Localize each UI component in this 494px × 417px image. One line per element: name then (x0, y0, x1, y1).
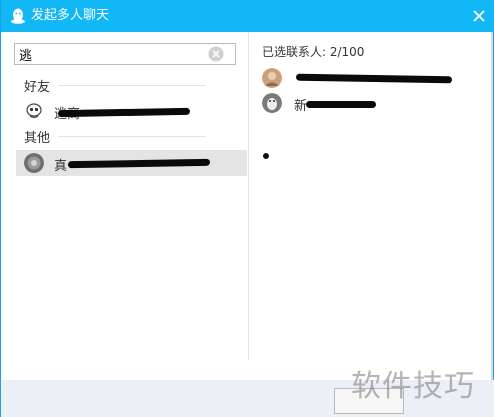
contact-name: 真 (54, 159, 68, 174)
photo-avatar-icon (262, 68, 282, 88)
redaction-mark (306, 101, 376, 108)
qq-penguin-icon (11, 8, 25, 24)
contact-picker-pane: 好友 逃离 其他 真 (2, 32, 247, 360)
watermark-text: 软件技巧 (351, 369, 475, 404)
selected-contact-row[interactable]: 新 (262, 92, 482, 116)
redaction-mark (295, 73, 453, 84)
redaction-mark (57, 107, 191, 118)
group-divider (58, 136, 206, 137)
redaction-mark (67, 158, 211, 169)
search-box[interactable] (14, 43, 236, 65)
clear-search-icon[interactable] (208, 46, 224, 62)
search-input[interactable] (19, 45, 205, 63)
window-title: 发起多人聊天 (31, 8, 110, 23)
cartoon-avatar-icon (24, 101, 44, 121)
window-edge (491, 32, 493, 380)
group-divider (58, 85, 206, 86)
group-header-others: 其他 (24, 131, 51, 146)
bullet-dot (263, 153, 269, 159)
gray-avatar-icon (24, 153, 44, 173)
chat-dialog-window: 发起多人聊天 好友 逃离 (0, 0, 494, 417)
contact-row-other[interactable]: 真 (16, 150, 247, 176)
selected-count-label: 已选联系人: 2/100 (262, 45, 365, 59)
contact-row-friend[interactable]: 逃离 (16, 98, 247, 124)
close-button[interactable] (467, 4, 491, 28)
close-icon (473, 10, 485, 22)
selected-contacts-pane: 已选联系人: 2/100 新 (248, 32, 494, 360)
title-bar[interactable]: 发起多人聊天 (1, 0, 494, 32)
group-header-friends: 好友 (24, 80, 51, 95)
selected-contact-row[interactable] (262, 67, 482, 91)
penguin-avatar-icon (262, 93, 282, 113)
